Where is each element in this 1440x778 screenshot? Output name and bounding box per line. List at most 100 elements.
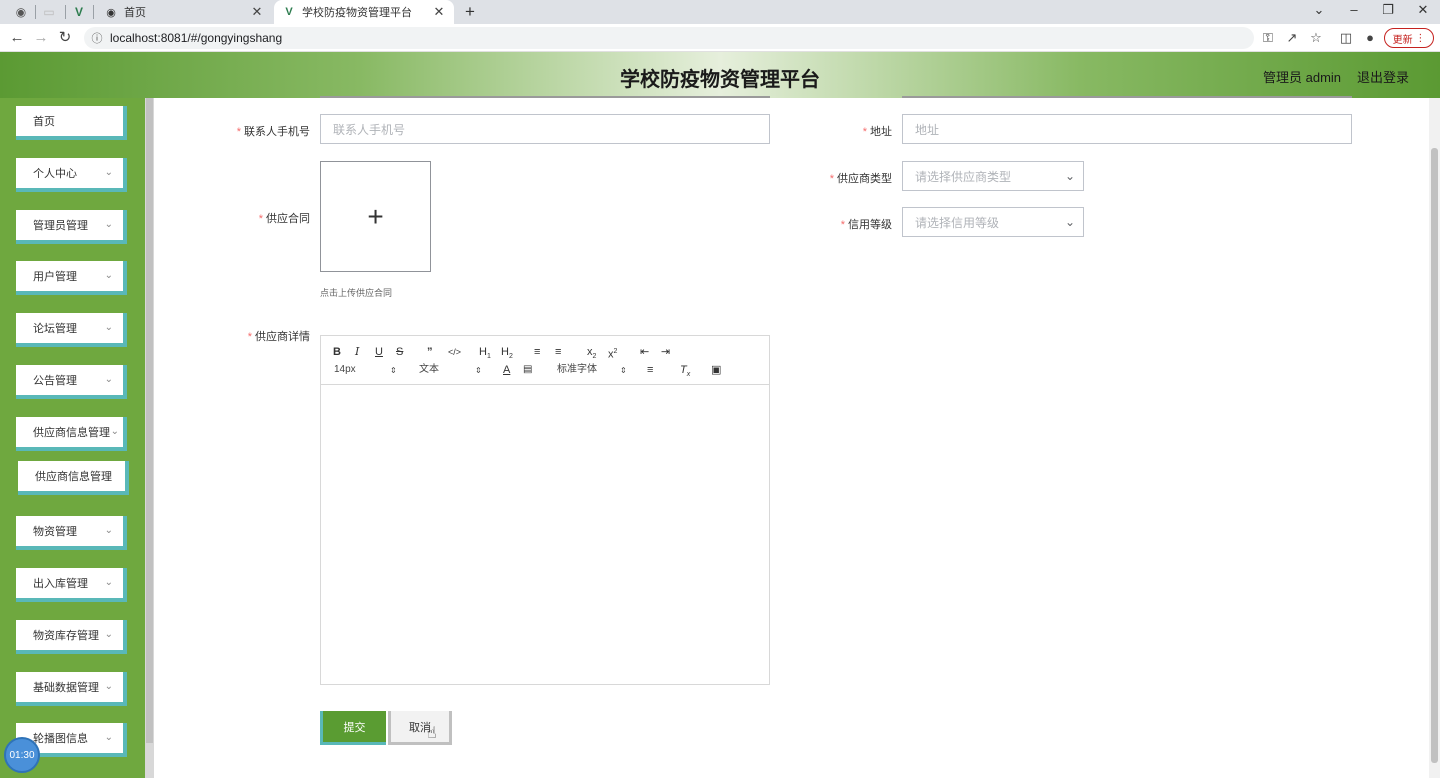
site-info-icon[interactable]: ⓘ: [90, 30, 104, 46]
minimize-icon[interactable]: –: [1345, 2, 1363, 17]
address-input[interactable]: 地址: [902, 114, 1352, 144]
required-mark: *: [247, 331, 252, 343]
sidebar-item-basic-data[interactable]: 基础数据管理 ⌄: [16, 672, 127, 706]
back-arrow-icon[interactable]: ←: [8, 29, 26, 47]
underline-icon[interactable]: U: [375, 345, 383, 359]
close-icon[interactable]: ✕: [250, 4, 264, 20]
font-family-value: 标准字体: [557, 364, 597, 375]
updown-arrow-icon: ⇕: [620, 366, 627, 375]
sidebar-item-forum[interactable]: 论坛管理 ⌄: [16, 313, 127, 347]
browser-tab-bar: ◉ ▭ V ◉ 首页 ✕ V 学校防疫物资管理平台 ✕ + ⌄ – ❐ ✕: [0, 0, 1440, 24]
rich-text-editor: B I U S ” </> H1 H2 ≡ ≡ x2 x2 ⇤ ⇥ 14px ⇕…: [320, 335, 770, 685]
chevron-down-icon: ⌄: [110, 426, 119, 437]
sidebar-item-label: 物资管理: [33, 526, 77, 538]
vue-icon[interactable]: V: [70, 4, 88, 20]
contract-upload-area[interactable]: +: [320, 161, 431, 272]
chevron-down-icon: ⌄: [104, 322, 113, 333]
chevron-down-icon: ⌄: [1064, 215, 1075, 229]
heading1-icon[interactable]: H1: [479, 345, 491, 364]
chevron-down-icon: ⌄: [104, 525, 113, 536]
page-title: 学校防疫物资管理平台: [620, 69, 820, 91]
sidebar-scrollbar-thumb[interactable]: [146, 98, 153, 743]
sidebar-item-admins[interactable]: 管理员管理 ⌄: [16, 210, 127, 244]
contract-label: * 供应合同: [258, 213, 310, 225]
reload-icon[interactable]: ↻: [56, 29, 74, 47]
image-icon[interactable]: ▣: [711, 363, 721, 377]
bullet-list-icon[interactable]: ≡: [555, 345, 561, 359]
cancel-button[interactable]: 取消: [388, 711, 452, 745]
background-color-icon[interactable]: ▤: [523, 363, 532, 377]
tab-separator: [93, 5, 94, 19]
forward-arrow-icon[interactable]: →: [32, 29, 50, 47]
heading2-icon[interactable]: H2: [501, 345, 513, 364]
sidebar-subitem-supplier-info[interactable]: 供应商信息管理: [18, 461, 129, 495]
bold-icon[interactable]: B: [333, 345, 341, 359]
phone-input[interactable]: 联系人手机号: [320, 114, 770, 144]
font-color-icon[interactable]: A: [503, 363, 510, 377]
update-label: 更新: [1392, 34, 1413, 46]
details-label: * 供应商详情: [247, 331, 310, 343]
page-scrollbar-thumb[interactable]: [1431, 148, 1438, 763]
sidebar-item-profile[interactable]: 个人中心 ⌄: [16, 158, 127, 192]
tab-separator: [35, 5, 36, 19]
share-icon[interactable]: ↗: [1284, 30, 1300, 46]
window-close-icon[interactable]: ✕: [1414, 2, 1432, 18]
logout-link[interactable]: 退出登录: [1357, 67, 1409, 86]
star-icon[interactable]: ☆: [1308, 30, 1324, 46]
supplier-type-select[interactable]: 请选择供应商类型 ⌄: [902, 161, 1084, 191]
font-size-select[interactable]: 14px ⇕: [334, 363, 399, 377]
browser-address-bar: ← → ↻ ⓘ localhost:8081/#/gongyingshang ⚿…: [0, 24, 1440, 52]
chevron-down-icon[interactable]: ⌄: [1310, 2, 1328, 18]
font-family-select[interactable]: 标准字体 ⇕: [557, 363, 629, 377]
profile-icon[interactable]: ●: [1362, 30, 1378, 46]
chevron-down-icon: ⌄: [104, 629, 113, 640]
required-mark: *: [829, 173, 834, 185]
supplier-type-label: * 供应商类型: [829, 173, 892, 185]
key-icon[interactable]: ⚿: [1260, 30, 1276, 46]
sidebar-item-inout[interactable]: 出入库管理 ⌄: [16, 568, 127, 602]
indent-icon[interactable]: ⇥: [661, 345, 670, 359]
block-format-select[interactable]: 文本 ⇕: [419, 363, 484, 377]
credit-level-select[interactable]: 请选择信用等级 ⌄: [902, 207, 1084, 237]
required-mark: *: [840, 219, 845, 231]
sidebar-item-inventory[interactable]: 物资库存管理 ⌄: [16, 620, 127, 654]
close-icon[interactable]: ✕: [432, 4, 446, 20]
sidebar-item-home[interactable]: 首页: [16, 106, 127, 140]
submit-label: 提交: [343, 721, 366, 734]
phone-label: * 联系人手机号: [236, 126, 310, 138]
align-icon[interactable]: ≡: [647, 363, 653, 377]
browser-tab-platform[interactable]: V 学校防疫物资管理平台 ✕: [274, 0, 454, 24]
clear-format-icon[interactable]: Tx: [680, 363, 690, 382]
globe-icon[interactable]: ◉: [12, 4, 30, 20]
outdent-icon[interactable]: ⇤: [640, 345, 649, 359]
update-button[interactable]: 更新 ⋮: [1384, 28, 1434, 48]
superscript-icon[interactable]: x2: [608, 345, 617, 362]
plus-icon: +: [367, 200, 384, 232]
code-icon[interactable]: </>: [448, 345, 461, 359]
strikethrough-icon[interactable]: S: [396, 345, 403, 359]
tab-title: 首页: [124, 7, 146, 19]
sidebar-scrollbar[interactable]: [145, 98, 154, 778]
subscript-icon[interactable]: x2: [587, 345, 596, 364]
blank-page-icon[interactable]: ▭: [40, 4, 58, 20]
italic-icon[interactable]: I: [355, 345, 359, 359]
side-panel-icon[interactable]: ◫: [1338, 30, 1354, 46]
url-text: localhost:8081/#/gongyingshang: [110, 31, 283, 45]
new-tab-plus-icon[interactable]: +: [461, 2, 479, 22]
ordered-list-icon[interactable]: ≡: [534, 345, 540, 359]
sidebar-item-materials[interactable]: 物资管理 ⌄: [16, 516, 127, 550]
sidebar-item-label: 个人中心: [33, 168, 77, 180]
sidebar-item-notices[interactable]: 公告管理 ⌄: [16, 365, 127, 399]
app-header: 学校防疫物资管理平台 管理员 admin 退出登录: [0, 52, 1440, 98]
blockquote-icon[interactable]: ”: [427, 345, 433, 359]
url-field[interactable]: ⓘ localhost:8081/#/gongyingshang: [84, 27, 1254, 49]
restore-icon[interactable]: ❐: [1379, 2, 1397, 18]
required-mark: *: [862, 126, 867, 138]
submit-button[interactable]: 提交: [320, 711, 386, 745]
sidebar-item-suppliers[interactable]: 供应商信息管理 ⌄: [16, 417, 127, 451]
page-scrollbar[interactable]: [1429, 98, 1440, 778]
browser-tab-home[interactable]: ◉ 首页 ✕: [96, 0, 272, 24]
sidebar-item-users[interactable]: 用户管理 ⌄: [16, 261, 127, 295]
previous-field-edge: [320, 96, 770, 98]
editor-content-area[interactable]: [321, 385, 769, 684]
